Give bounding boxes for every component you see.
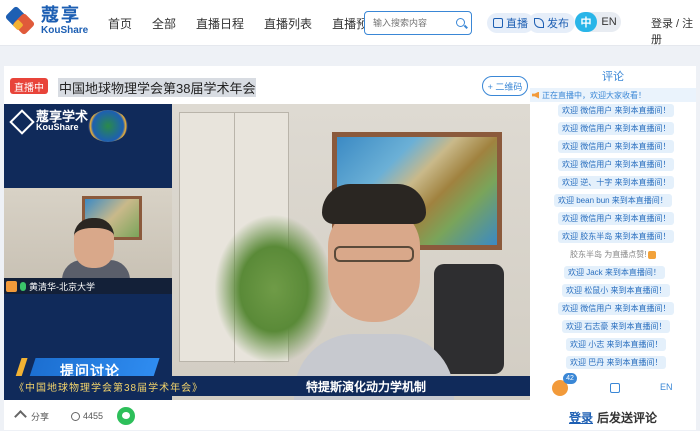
speaker-nameplate: 黄清华-北京大学 (4, 278, 172, 294)
microphone-icon (20, 281, 26, 291)
stream-title: 中国地球物理学会第38届学术年会 (58, 78, 257, 97)
caption-talk-title: 特提斯演化动力学机制 (306, 379, 427, 394)
live-label: 直播 (506, 18, 528, 30)
lang-en[interactable]: EN (597, 16, 621, 28)
language-toggle: 中 EN (575, 12, 621, 32)
list-item: 欢迎 胶东半岛 来到本直播间！ (558, 230, 675, 243)
logo-en: KouShare (41, 25, 89, 36)
list-item: 欢迎 巴丹 来到本直播间！ (566, 356, 667, 369)
nav-live-list[interactable]: 直播列表 (264, 15, 312, 32)
publish-label: 发布 (547, 18, 569, 30)
share-label: 分享 (31, 411, 50, 422)
main-nav: 首页 全部 直播日程 直播列表 直播预约 (108, 15, 400, 32)
society-emblem-icon (88, 110, 128, 142)
nav-home[interactable]: 首页 (108, 15, 132, 32)
list-item: 欢迎 微信用户 来到本直播间！ (558, 104, 675, 117)
list-item: 欢迎 石志豪 来到本直播间！ (562, 320, 671, 333)
share-button[interactable]: 分享 (14, 409, 50, 423)
list-item: 欢迎 松鼠小 来到本直播间！ (562, 284, 671, 297)
video-side-overlay: 蔻享学术 KouShare 黄清华-北京大学 提问讨论 (4, 104, 172, 400)
like-message: 胶东半岛 为直播点赞! (566, 248, 660, 261)
comments-panel: 评论 正在直播中，欢迎大家收看！ 欢迎 微信用户 来到本直播间！ 欢迎 微信用户… (530, 66, 696, 430)
overlay-logo-en: KouShare (36, 122, 79, 132)
share-icon (14, 409, 27, 423)
list-item: 欢迎 bean bun 来到本直播间！ (554, 194, 672, 207)
list-item: 欢迎 微信用户 来到本直播间！ (558, 302, 675, 315)
video-player[interactable]: 蔻享学术 KouShare 黄清华-北京大学 提问讨论 (4, 104, 530, 400)
login-register-link[interactable]: 登录 / 注册 (651, 15, 700, 47)
live-notice: 正在直播中，欢迎大家收看！ (530, 88, 696, 102)
nav-all[interactable]: 全部 (152, 15, 176, 32)
live-status-badge: 直播中 (10, 78, 48, 94)
comments-title: 评论 (602, 71, 624, 83)
site-logo[interactable]: 蔻享 KouShare (4, 5, 89, 36)
volume-icon[interactable] (610, 383, 620, 393)
view-count-value: 4455 (83, 411, 104, 421)
speaker-name: 黄清华-北京大学 (29, 281, 95, 292)
view-count: 4455 (71, 411, 103, 421)
user-icon (6, 280, 17, 292)
lang-zh[interactable]: 中 (575, 12, 597, 32)
logo-mark-icon (4, 5, 36, 36)
video-speaker (294, 184, 454, 400)
list-item: 欢迎 逆、十字 来到本直播间！ (558, 176, 675, 189)
list-item: 欢迎 微信用户 来到本直播间！ (558, 158, 675, 171)
logo-cn: 蔻享 (41, 5, 81, 25)
overlay-logo: 蔻享学术 KouShare (10, 110, 88, 132)
stream-titlebar: 直播中 中国地球物理学会第38届学术年会 + 二维码 (4, 66, 530, 104)
list-item: 欢迎 Jack 来到本直播间！ (564, 266, 665, 279)
list-item: 欢迎 微信用户 来到本直播间！ (558, 140, 675, 153)
list-item: 欢迎 小志 来到本直播间！ (566, 338, 667, 351)
like-message-text: 胶东半岛 为直播点赞! (570, 250, 647, 259)
search-icon[interactable] (456, 18, 465, 27)
search-input[interactable] (365, 12, 449, 34)
comments-toolbar: 42 EN (530, 372, 696, 402)
nav-schedule[interactable]: 直播日程 (196, 15, 244, 32)
comment-login-link[interactable]: 登录 (569, 409, 593, 426)
publish-button[interactable]: 发布 (528, 13, 575, 33)
thumbs-up-icon (648, 250, 657, 259)
eye-icon (71, 411, 81, 421)
speaker-camera-feed (4, 188, 172, 278)
list-item: 欢迎 微信用户 来到本直播间！ (558, 212, 675, 225)
caption-conference: 《中国地球物理学会第38届学术年会》 (14, 382, 204, 394)
comment-login-suffix: 后发送评论 (597, 410, 658, 425)
live-notice-text: 正在直播中，欢迎大家收看！ (542, 90, 646, 100)
qr-code-button[interactable]: + 二维码 (482, 76, 528, 96)
list-item: 欢迎 微信用户 来到本直播间！ (558, 122, 675, 135)
like-count-badge: 42 (563, 373, 577, 384)
pen-icon (534, 18, 544, 28)
video-caption-bar: 《中国地球物理学会第38届学术年会》 特提斯演化动力学机制 (4, 376, 530, 396)
koushare-logo-icon (10, 110, 32, 132)
wechat-icon[interactable] (117, 407, 136, 425)
search-box (364, 11, 472, 35)
stream-actions: 分享 4455 (4, 402, 530, 430)
comments-lang-toggle[interactable]: EN (660, 382, 673, 392)
comment-login-prompt: 登录 后发送评论 (530, 406, 696, 428)
live-icon (493, 18, 503, 28)
live-button[interactable]: 直播 (487, 13, 534, 33)
top-navbar: 蔻享 KouShare 首页 全部 直播日程 直播列表 直播预约 直播 发布 中… (0, 0, 700, 46)
stream-panel: 直播中 中国地球物理学会第38届学术年会 + 二维码 蔻享学术 KouShare (4, 66, 530, 430)
announcement-icon (532, 91, 539, 99)
